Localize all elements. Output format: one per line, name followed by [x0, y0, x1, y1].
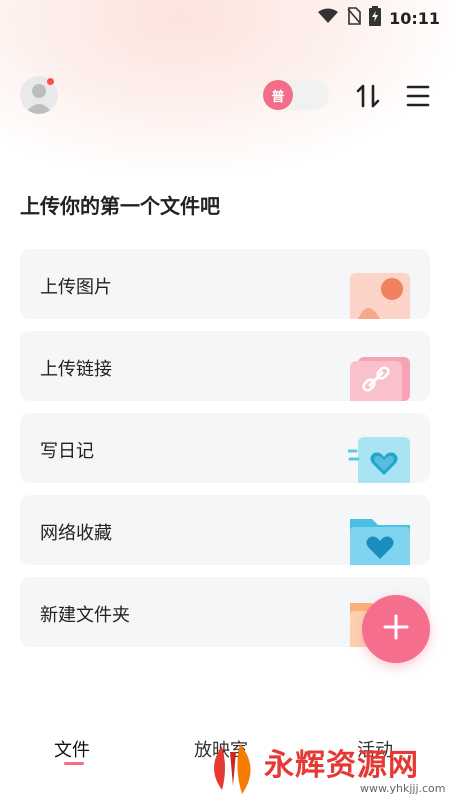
- card-label: 上传链接: [40, 359, 112, 380]
- add-button[interactable]: [362, 595, 430, 663]
- card-label: 网络收藏: [40, 523, 112, 544]
- write-diary-card[interactable]: 写日记: [20, 413, 430, 483]
- tab-files[interactable]: 文件: [54, 736, 90, 762]
- page-title: 上传你的第一个文件吧: [20, 194, 220, 218]
- watermark: 永辉资源网 www.yhkjjj.com: [200, 738, 450, 800]
- sort-icon: [352, 84, 384, 116]
- sort-button[interactable]: [352, 80, 384, 112]
- watermark-url: www.yhkjjj.com: [360, 782, 446, 795]
- notification-dot: [47, 78, 54, 85]
- battery-charging-icon: [369, 6, 382, 30]
- folder-heart-illustration: [348, 515, 412, 565]
- watermark-text: 永辉资源网: [264, 748, 419, 783]
- no-sim-icon: [347, 7, 361, 29]
- top-toolbar: 普: [0, 76, 450, 120]
- status-time: 10:11: [389, 8, 440, 28]
- diary-heart-illustration: [346, 433, 412, 483]
- menu-icon: [404, 85, 432, 114]
- status-bar: 10:11: [0, 0, 450, 32]
- web-favorites-card[interactable]: 网络收藏: [20, 495, 430, 565]
- card-label: 上传图片: [40, 277, 112, 298]
- action-card-list: 上传图片 上传链接 写日记 网络收藏 新建文件夹: [20, 249, 430, 659]
- menu-button[interactable]: [404, 82, 432, 110]
- link-illustration: [348, 351, 412, 401]
- upload-image-card[interactable]: 上传图片: [20, 249, 430, 319]
- mode-toggle[interactable]: 普: [263, 80, 329, 110]
- image-illustration: [348, 269, 412, 319]
- upload-link-card[interactable]: 上传链接: [20, 331, 430, 401]
- card-label: 新建文件夹: [40, 605, 130, 626]
- wifi-icon: [317, 8, 339, 28]
- plus-icon: [382, 613, 410, 645]
- mode-toggle-label: 普: [263, 80, 293, 110]
- card-label: 写日记: [40, 441, 94, 462]
